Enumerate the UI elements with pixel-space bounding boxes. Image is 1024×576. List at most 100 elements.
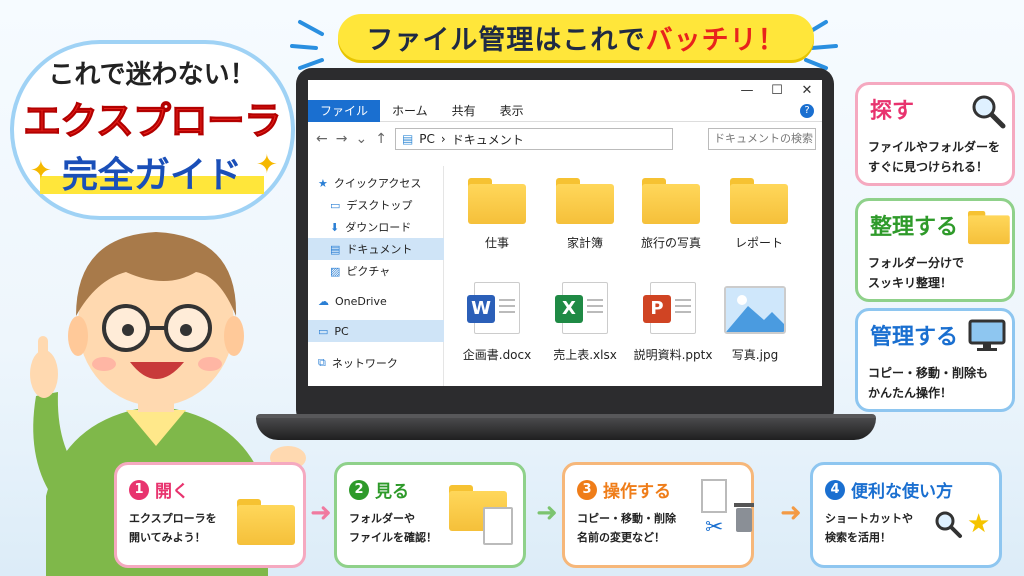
card-desc: ファイルやフォルダーを すぐに見つけられる！: [868, 137, 1010, 177]
sparkle-icon: ✦: [30, 156, 52, 186]
minimize-button[interactable]: —: [732, 83, 762, 98]
card-desc: フォルダー分けで スッキリ整理！: [868, 253, 1010, 293]
sidebar-item-desktop[interactable]: ▭ デスクトップ: [308, 194, 444, 216]
step-desc: エクスプローラを 開いてみよう！: [129, 509, 239, 547]
powerpoint-file-icon[interactable]: P: [643, 282, 696, 334]
title-bar: — ☐ ✕: [308, 80, 822, 100]
magnifier-icon: [972, 95, 1006, 129]
step-desc-line: ショートカットや: [825, 512, 913, 525]
sidebar-item-label: ネットワーク: [331, 357, 398, 370]
sidebar-item-quick-access[interactable]: ★ クイックアクセス: [308, 172, 444, 194]
network-icon: ⧉: [318, 356, 326, 369]
close-button[interactable]: ✕: [792, 83, 822, 98]
word-file-icon[interactable]: W: [467, 282, 520, 334]
step-title-text: 操作する: [603, 482, 671, 502]
step-desc: コピー・移動・削除 名前の変更など！: [577, 509, 687, 547]
landscape-icon: [726, 288, 784, 332]
card-desc-line: フォルダー分けで: [868, 256, 965, 270]
sparkle-icon: ✦: [256, 150, 278, 180]
banner-text: ファイル管理はこれで: [366, 24, 646, 56]
folder-label[interactable]: 旅行の写真: [626, 234, 716, 251]
file-label[interactable]: 売上表.xlsx: [540, 346, 630, 363]
title-line-3: 完全ガイド: [40, 146, 264, 198]
maximize-button[interactable]: ☐: [762, 83, 792, 98]
excel-badge: X: [555, 295, 583, 323]
forward-arrow-icon[interactable]: →: [336, 131, 348, 147]
file-area: 仕事 家計簿 旅行の写真 レポート W 企画書.docx X 売上表.xlsx …: [444, 166, 822, 386]
monitor-icon: [968, 319, 1006, 351]
folder-icon[interactable]: [642, 178, 700, 224]
step-desc-line: 開いてみよう！: [129, 531, 206, 544]
card-title: 整理する: [870, 215, 959, 240]
step-desc-line: コピー・移動・削除: [577, 512, 676, 525]
card-search: 探す ファイルやフォルダーを すぐに見つけられる！: [855, 82, 1015, 186]
tab-home[interactable]: ホーム: [380, 100, 440, 122]
chevron-down-icon[interactable]: ⌄: [355, 131, 367, 147]
sidebar-item-onedrive[interactable]: ☁ OneDrive: [308, 290, 444, 312]
card-desc-line: かんたん操作！: [868, 386, 953, 400]
title-line-1: これで迷わない！: [48, 60, 256, 90]
step-title: 3 操作する: [577, 477, 671, 502]
document-icon: ▤: [401, 132, 414, 146]
folder-label[interactable]: レポート: [714, 234, 804, 251]
sidebar-item-network[interactable]: ⧉ ネットワーク: [308, 352, 444, 374]
search-input[interactable]: ドキュメントの検索: [708, 128, 816, 150]
sidebar-item-label: ピクチャ: [346, 265, 391, 278]
sidebar-item-label: PC: [334, 324, 349, 338]
breadcrumb-documents[interactable]: ドキュメント: [452, 131, 524, 148]
step-desc-line: 検索を活用！: [825, 531, 891, 544]
sidebar-item-pc[interactable]: ▭ PC: [308, 320, 444, 342]
file-label[interactable]: 説明資料.pptx: [628, 346, 718, 363]
folder-icon: [968, 211, 1010, 245]
top-banner: ファイル管理はこれで バッチリ！: [338, 14, 814, 60]
step-open: 1 開く エクスプローラを 開いてみよう！: [114, 462, 306, 568]
download-icon: ⬇: [330, 220, 340, 234]
cloud-icon: ☁: [318, 294, 329, 308]
help-icon[interactable]: ?: [800, 103, 814, 118]
sidebar-item-downloads[interactable]: ⬇ ダウンロード: [308, 216, 444, 238]
sidebar-item-label: デスクトップ: [346, 199, 413, 212]
file-label[interactable]: 写真.jpg: [710, 346, 800, 363]
picture-icon: ▨: [330, 264, 341, 278]
tab-file[interactable]: ファイル: [308, 99, 381, 122]
breadcrumb-pc[interactable]: PC: [419, 132, 435, 146]
word-badge: W: [467, 295, 495, 323]
step-desc-line: フォルダーや: [349, 512, 415, 525]
scissors-icon: ✂: [705, 515, 724, 540]
step-desc: フォルダーや ファイルを確認！: [349, 509, 459, 547]
sidebar-item-pictures[interactable]: ▨ ピクチャ: [308, 260, 444, 282]
star-icon: ★: [967, 509, 991, 539]
ribbon-tabs: ファイル ホーム 共有 表示 ?: [308, 99, 822, 122]
breadcrumb-separator: ›: [440, 132, 446, 146]
up-arrow-icon[interactable]: ↑: [375, 131, 387, 147]
image-file-icon[interactable]: [724, 286, 786, 334]
arrow-right-icon: ➜: [780, 498, 802, 528]
folder-label[interactable]: 家計簿: [540, 234, 630, 251]
banner-accent-text: バッチリ！: [645, 24, 786, 56]
card-desc-line: コピー・移動・削除も: [868, 366, 989, 380]
sidebar-item-documents[interactable]: ▤ ドキュメント: [308, 238, 444, 260]
star-icon: ★: [318, 176, 328, 190]
address-bar[interactable]: ▤ PC › ドキュメント: [394, 128, 673, 150]
folder-icon[interactable]: [556, 178, 614, 224]
folder-icon[interactable]: [730, 178, 788, 224]
pc-icon: ▭: [318, 324, 329, 338]
step-title: 1 開く: [129, 477, 189, 502]
address-bar-row: ← → ⌄ ↑ ▤ PC › ドキュメント ドキュメントの検索: [308, 126, 822, 152]
sidebar-item-label: ダウンロード: [345, 221, 412, 234]
tab-view[interactable]: 表示: [488, 100, 536, 122]
step-number: 2: [349, 479, 369, 500]
excel-file-icon[interactable]: X: [555, 282, 608, 334]
step-operate: 3 操作する コピー・移動・削除 名前の変更など！ ✂: [562, 462, 754, 568]
folder-icon[interactable]: [468, 178, 526, 224]
sidebar-item-label: クイックアクセス: [333, 177, 422, 190]
step-view: 2 見る フォルダーや ファイルを確認！: [334, 462, 526, 568]
step-title-text: 便利な使い方: [851, 482, 953, 502]
step-number: 3: [577, 479, 597, 500]
back-arrow-icon[interactable]: ←: [316, 131, 328, 147]
trash-icon: [734, 503, 754, 532]
file-label[interactable]: 企画書.docx: [452, 346, 542, 363]
folder-label[interactable]: 仕事: [452, 234, 542, 251]
card-title: 探す: [870, 99, 915, 124]
tab-share[interactable]: 共有: [440, 100, 488, 122]
